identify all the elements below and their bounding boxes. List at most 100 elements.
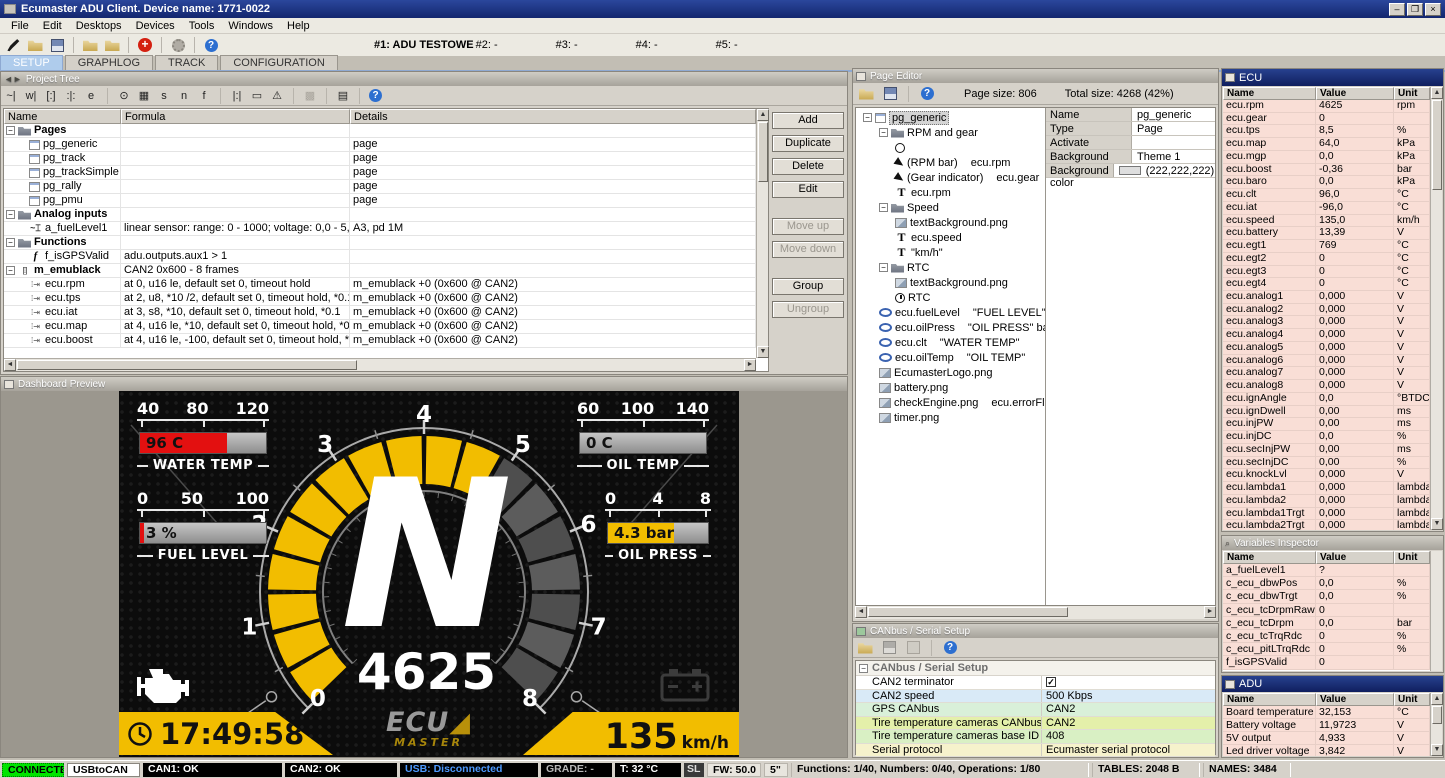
menu-tools[interactable]: Tools — [182, 19, 222, 33]
page-editor-tree-item[interactable]: −Speed — [856, 200, 1045, 215]
adu-channel-row[interactable]: Board temperature32,153°C — [1223, 706, 1430, 719]
ecu-channel-row[interactable]: ecu.analog50,000V — [1223, 342, 1430, 355]
project-tool-icon[interactable] — [4, 37, 22, 54]
switch-icon[interactable]: s — [157, 90, 171, 102]
open-project-icon[interactable] — [26, 37, 44, 54]
page-editor-tree-item[interactable]: ecu.clt"WATER TEMP" — [856, 335, 1045, 350]
page-editor-tree-item[interactable]: ecu.oilPress"OIL PRESS" battery — [856, 320, 1045, 335]
checkbox[interactable]: ✓ — [1046, 677, 1056, 687]
duplicate-button[interactable]: Duplicate — [772, 135, 844, 152]
project-tree-row[interactable]: ~⌶a_fuelLevel1linear sensor: range: 0 - … — [4, 222, 756, 236]
device-slot-2[interactable]: #2: - — [476, 39, 498, 51]
table-icon[interactable]: ▦ — [137, 89, 151, 102]
project-tree-row[interactable]: pg_rallypage — [4, 180, 756, 194]
analog-input-icon[interactable]: ~| — [4, 90, 18, 102]
adu-channel-row[interactable]: Battery voltage11,9723V — [1223, 719, 1430, 732]
import-icon[interactable] — [81, 37, 99, 54]
project-tree-row[interactable]: pg_genericpage — [4, 138, 756, 152]
expander-icon[interactable]: − — [6, 266, 15, 275]
can-export-icon[interactable]: |:| — [230, 90, 244, 102]
ecu-channel-row[interactable]: ecu.tps8,5% — [1223, 125, 1430, 138]
property-row[interactable]: Background color(222,222,222) — [1046, 164, 1215, 178]
project-tree-row[interactable]: ⁞⇥ecu.iatat 3, s8, *10, default set 0, t… — [4, 306, 756, 320]
expander-icon[interactable]: − — [879, 203, 888, 212]
variable-row[interactable]: c_ecu_tcDrpm0,0bar — [1223, 617, 1430, 630]
canbus-setting-row[interactable]: Tire temperature cameras base ID408 — [856, 730, 1215, 744]
ecu-channel-row[interactable]: ecu.rpm4625rpm — [1223, 100, 1430, 113]
help-icon[interactable]: ? — [941, 639, 959, 656]
canbus-section-header[interactable]: − CANbus / Serial Setup — [856, 661, 1215, 676]
project-tree-hscrollbar[interactable]: ◄ ► — [4, 358, 756, 371]
column-header-name[interactable]: Name — [1223, 693, 1316, 706]
canbus-setting-row[interactable]: CAN2 terminator✓ — [856, 676, 1215, 690]
ecu-channel-row[interactable]: ecu.mgp0,0kPa — [1223, 151, 1430, 164]
project-tree-row[interactable]: ⁞⇥ecu.tpsat 2, u8, *10 /2, default set 0… — [4, 292, 756, 306]
save-project-icon[interactable] — [48, 37, 66, 54]
ecu-channel-row[interactable]: ecu.speed135,0km/h — [1223, 215, 1430, 228]
property-value[interactable]: pg_generic — [1132, 108, 1215, 121]
panel-icon[interactable]: ▭ — [250, 89, 264, 102]
ecu-channel-row[interactable]: ecu.analog80,000V — [1223, 380, 1430, 393]
page-editor-tree-item[interactable]: (Gear indicator)ecu.gear — [856, 170, 1045, 185]
project-tree-row[interactable]: pg_trackpage — [4, 152, 756, 166]
ecu-channel-row[interactable]: ecu.ignDwell0,00ms — [1223, 406, 1430, 419]
ecu-channel-row[interactable]: ecu.battery13,39V — [1223, 227, 1430, 240]
setting-value[interactable]: 500 Kbps — [1042, 690, 1215, 703]
column-header-name[interactable]: Name — [1223, 551, 1316, 564]
help-icon[interactable]: ? — [918, 85, 936, 102]
page-editor-tree-item[interactable] — [856, 140, 1045, 155]
menu-edit[interactable]: Edit — [36, 19, 69, 33]
page-editor-tree-item[interactable]: EcumasterLogo.png — [856, 365, 1045, 380]
restore-button[interactable]: ❐ — [1407, 3, 1423, 16]
help-icon[interactable]: ? — [202, 37, 220, 54]
menu-desktops[interactable]: Desktops — [69, 19, 129, 33]
column-header-unit[interactable]: Unit — [1394, 693, 1430, 706]
setting-value[interactable]: CAN2 — [1042, 703, 1215, 716]
ecu-channel-row[interactable]: ecu.clt96,0°C — [1223, 189, 1430, 202]
expander-icon[interactable]: − — [879, 263, 888, 272]
expander-icon[interactable]: − — [863, 113, 872, 122]
property-row[interactable]: Activate channel — [1046, 136, 1215, 150]
page-editor-tree-item[interactable]: timer.png — [856, 410, 1045, 425]
collapse-icon[interactable]: − — [859, 664, 868, 673]
close-button[interactable]: × — [1425, 3, 1441, 16]
timer-icon[interactable]: ⊙ — [117, 89, 131, 102]
open-config-icon[interactable] — [856, 639, 874, 656]
tab-setup[interactable]: SETUP — [0, 55, 63, 70]
project-tree-row[interactable]: −Analog inputs — [4, 208, 756, 222]
page-editor-tree-item[interactable]: ecu.fuelLevel"FUEL LEVEL" — [856, 305, 1045, 320]
ecu-channel-row[interactable]: ecu.boost-0,36bar — [1223, 164, 1430, 177]
page-editor-tree-item[interactable]: −RPM and gear — [856, 125, 1045, 140]
canbus-setting-row[interactable]: Serial protocolEcumaster serial protocol — [856, 744, 1215, 758]
ecu-channel-icon[interactable]: e — [84, 90, 98, 102]
column-header-value[interactable]: Value — [1316, 693, 1394, 706]
expander-icon[interactable]: − — [6, 210, 15, 219]
column-header-unit[interactable]: Unit — [1394, 551, 1430, 564]
property-value[interactable]: Page — [1132, 122, 1215, 135]
number-icon[interactable]: n — [177, 90, 191, 102]
property-row[interactable]: Namepg_generic — [1046, 108, 1215, 122]
page-editor-tree-item[interactable]: Tecu.rpm — [856, 185, 1045, 200]
property-value[interactable]: Theme 1 — [1132, 150, 1215, 163]
setting-value[interactable]: ✓ — [1042, 676, 1215, 689]
page-icon[interactable]: ▤ — [336, 89, 350, 102]
group-button[interactable]: Group — [772, 278, 844, 295]
ecu-channel-row[interactable]: ecu.lambda1Trgt0,000lambda — [1223, 508, 1430, 521]
property-value[interactable]: (222,222,222) — [1114, 164, 1215, 177]
variable-row[interactable]: c_ecu_tcDrpmRaw0 — [1223, 604, 1430, 617]
page-editor-tree-item[interactable]: −RTC — [856, 260, 1045, 275]
variable-row[interactable]: f_isGPSValid0 — [1223, 656, 1430, 669]
variables-vscrollbar[interactable] — [1430, 551, 1442, 671]
delete-button[interactable]: Delete — [772, 158, 844, 175]
color-swatch[interactable] — [1119, 166, 1141, 175]
settings-gear-icon[interactable] — [169, 37, 187, 54]
ecu-channel-row[interactable]: ecu.map64,0kPa — [1223, 138, 1430, 151]
project-tree-row[interactable]: ⁞⇥ecu.boostat 4, u16 le, -100, default s… — [4, 334, 756, 348]
ecu-channel-row[interactable]: ecu.ignAngle0,0°BTDC — [1223, 393, 1430, 406]
canbus-setting-row[interactable]: CAN2 speed500 Kbps — [856, 690, 1215, 704]
project-tree-row[interactable]: −Pages — [4, 124, 756, 138]
device-slot-4[interactable]: #4: - — [636, 39, 658, 51]
setting-value[interactable]: Ecumaster serial protocol — [1042, 744, 1215, 757]
menu-help[interactable]: Help — [280, 19, 317, 33]
ecu-channel-row[interactable]: ecu.egt1769°C — [1223, 240, 1430, 253]
